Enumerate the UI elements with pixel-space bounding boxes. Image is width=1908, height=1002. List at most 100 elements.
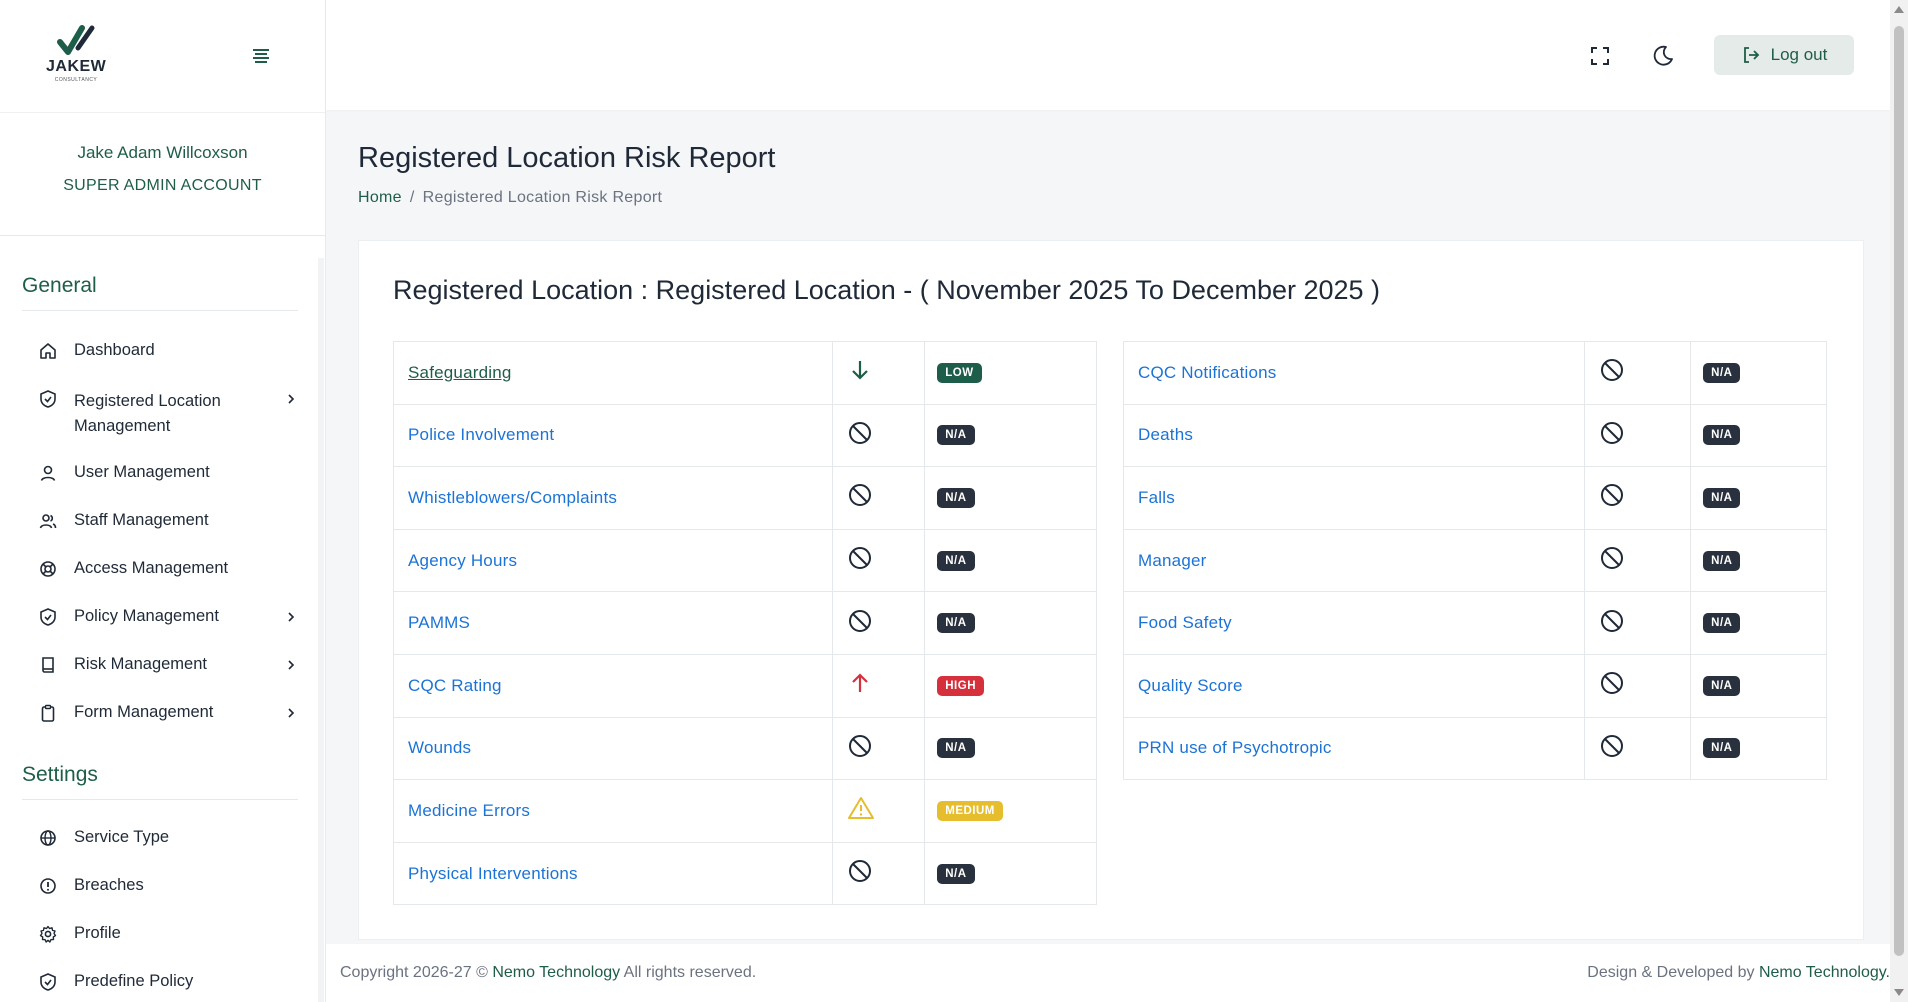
risk-category-link[interactable]: Safeguarding xyxy=(408,363,512,382)
risk-category-link[interactable]: PRN use of Psychotropic xyxy=(1138,738,1332,757)
risk-name-cell: Deaths xyxy=(1122,403,1586,468)
credit-prefix: Design & Developed by xyxy=(1587,964,1755,981)
risk-row: CQC Notifications N/A xyxy=(1122,341,1827,405)
risk-name-cell: Manager xyxy=(1122,528,1586,593)
ban-icon xyxy=(847,484,873,512)
ban-icon xyxy=(1599,359,1625,387)
risk-level-cell: LOW xyxy=(924,341,1097,405)
page-header: Registered Location Risk Report Home / Reg… xyxy=(358,142,775,207)
risk-row: Medicine Errors MEDIUM xyxy=(392,779,1097,843)
copyright-suffix: All rights reserved. xyxy=(623,964,757,981)
logo-text: JAKEW xyxy=(46,58,107,75)
sidebar-item-dashboard[interactable]: Dashboard xyxy=(22,327,297,375)
risk-row: Quality Score N/A xyxy=(1122,653,1827,718)
risk-category-link[interactable]: Deaths xyxy=(1138,425,1193,444)
risk-row: PAMMS N/A xyxy=(392,591,1097,655)
risk-category-link[interactable]: Physical Interventions xyxy=(408,864,578,883)
risk-level-cell: N/A xyxy=(1690,466,1827,530)
risk-category-link[interactable]: Agency Hours xyxy=(408,551,517,570)
ban-icon xyxy=(847,421,873,450)
risk-category-link[interactable]: CQC Rating xyxy=(408,676,502,695)
sidebar-item-staff-management[interactable]: Staff Management xyxy=(22,497,297,545)
risk-category-link[interactable]: Food Safety xyxy=(1138,613,1232,632)
chevron-right-icon xyxy=(288,708,295,718)
fullscreen-icon xyxy=(1591,47,1609,65)
arrow-up-icon xyxy=(847,673,873,700)
risk-trend-cell xyxy=(832,779,926,843)
risk-category-link[interactable]: Wounds xyxy=(408,738,471,757)
risk-trend-cell xyxy=(832,591,926,655)
sidebar-item-label: Profile xyxy=(74,924,121,942)
risk-category-link[interactable]: Manager xyxy=(1138,551,1207,570)
risk-category-link[interactable]: Quality Score xyxy=(1138,676,1243,695)
scroll-up-arrow-icon[interactable] xyxy=(1894,6,1904,13)
sidebar-item-form-management[interactable]: Form Management xyxy=(22,689,297,737)
risk-trend-cell xyxy=(832,841,926,906)
risk-level-badge: N/A xyxy=(1703,425,1741,446)
sidebar-item-predefine-policy[interactable]: Predefine Policy xyxy=(22,958,297,1002)
scroll-down-arrow-icon[interactable] xyxy=(1894,989,1904,996)
menu-toggle-button[interactable] xyxy=(244,44,278,68)
sidebar-item-user-management[interactable]: User Management xyxy=(22,449,297,497)
risk-level-badge: N/A xyxy=(1703,487,1741,508)
company-link[interactable]: Nemo Technology xyxy=(492,964,620,981)
risk-level-badge: N/A xyxy=(937,863,975,884)
footer-credit: Design & Developed by Nemo Technology. xyxy=(1587,964,1890,982)
sidebar-item-label: Policy Management xyxy=(74,607,219,625)
risk-level-badge: N/A xyxy=(1703,675,1741,696)
risk-trend-cell xyxy=(832,466,926,530)
sidebar-item-profile[interactable]: Profile xyxy=(22,910,297,958)
sidebar-item-label: Registered Location Management xyxy=(74,392,221,435)
risk-category-link[interactable]: CQC Notifications xyxy=(1138,363,1277,382)
logout-button[interactable]: Log out xyxy=(1714,35,1854,75)
dark-mode-toggle[interactable] xyxy=(1649,42,1677,70)
risk-trend-cell xyxy=(832,341,926,405)
company-logo[interactable]: JAKEW CONSULTANCY xyxy=(38,24,108,86)
risk-category-link[interactable]: PAMMS xyxy=(408,613,470,632)
risk-name-cell: PAMMS xyxy=(392,591,834,655)
sidebar-item-policy-management[interactable]: Policy Management xyxy=(22,593,297,641)
page-scrollbar[interactable] xyxy=(1890,0,1908,1002)
risk-level-badge: N/A xyxy=(937,487,975,508)
risk-row: Whistleblowers/Complaints N/A xyxy=(392,466,1097,530)
risk-category-link[interactable]: Police Involvement xyxy=(408,425,554,444)
footer-copyright: Copyright 2026-27 © Nemo Technology All … xyxy=(340,964,756,982)
sidebar-item-risk-management[interactable]: Risk Management xyxy=(22,641,297,689)
risk-level-badge: N/A xyxy=(1703,738,1741,759)
risk-trend-cell xyxy=(1584,591,1692,655)
risk-category-link[interactable]: Whistleblowers/Complaints xyxy=(408,488,617,507)
book-icon xyxy=(42,657,54,673)
warning-icon xyxy=(847,797,875,825)
risk-category-link[interactable]: Medicine Errors xyxy=(408,801,530,820)
sidebar-menu: General Dashboard Registered Location Ma… xyxy=(0,236,325,1002)
sidebar-item-registered-location-management[interactable]: Registered Location Management xyxy=(22,375,297,449)
sidebar-item-service-type[interactable]: Service Type xyxy=(22,814,297,862)
fullscreen-button[interactable] xyxy=(1586,42,1614,70)
scrollbar-thumb[interactable] xyxy=(1894,26,1904,956)
ban-icon xyxy=(847,547,873,575)
breadcrumb-current: Registered Location Risk Report xyxy=(422,189,663,206)
alert-circle-icon xyxy=(40,878,56,894)
risk-name-cell: Physical Interventions xyxy=(392,841,834,906)
risk-row: Police Involvement N/A xyxy=(392,403,1097,468)
sidebar-item-access-management[interactable]: Access Management xyxy=(22,545,297,593)
risk-name-cell: Food Safety xyxy=(1122,591,1586,655)
risk-category-link[interactable]: Falls xyxy=(1138,488,1175,507)
sidebar-item-label: Risk Management xyxy=(74,655,207,673)
ban-icon xyxy=(1599,609,1625,638)
sidebar-item-breaches[interactable]: Breaches xyxy=(22,862,297,910)
risk-level-badge: N/A xyxy=(937,738,975,759)
breadcrumb: Home / Registered Location Risk Report xyxy=(358,189,775,207)
risk-name-cell: Wounds xyxy=(392,716,834,781)
section-title-general: General xyxy=(22,236,298,311)
risk-row: Wounds N/A xyxy=(392,716,1097,781)
risk-row: Deaths N/A xyxy=(1122,403,1827,468)
breadcrumb-home-link[interactable]: Home xyxy=(358,189,402,206)
risk-name-cell: Medicine Errors xyxy=(392,779,834,843)
shield-check-icon xyxy=(40,390,56,408)
sidebar-item-label: Form Management xyxy=(74,703,214,721)
sidebar-scrollbar[interactable] xyxy=(318,258,324,1002)
credit-company-link[interactable]: Nemo Technology. xyxy=(1759,964,1890,981)
risk-level-badge: N/A xyxy=(1703,550,1741,571)
sidebar-item-label: Service Type xyxy=(74,828,170,846)
